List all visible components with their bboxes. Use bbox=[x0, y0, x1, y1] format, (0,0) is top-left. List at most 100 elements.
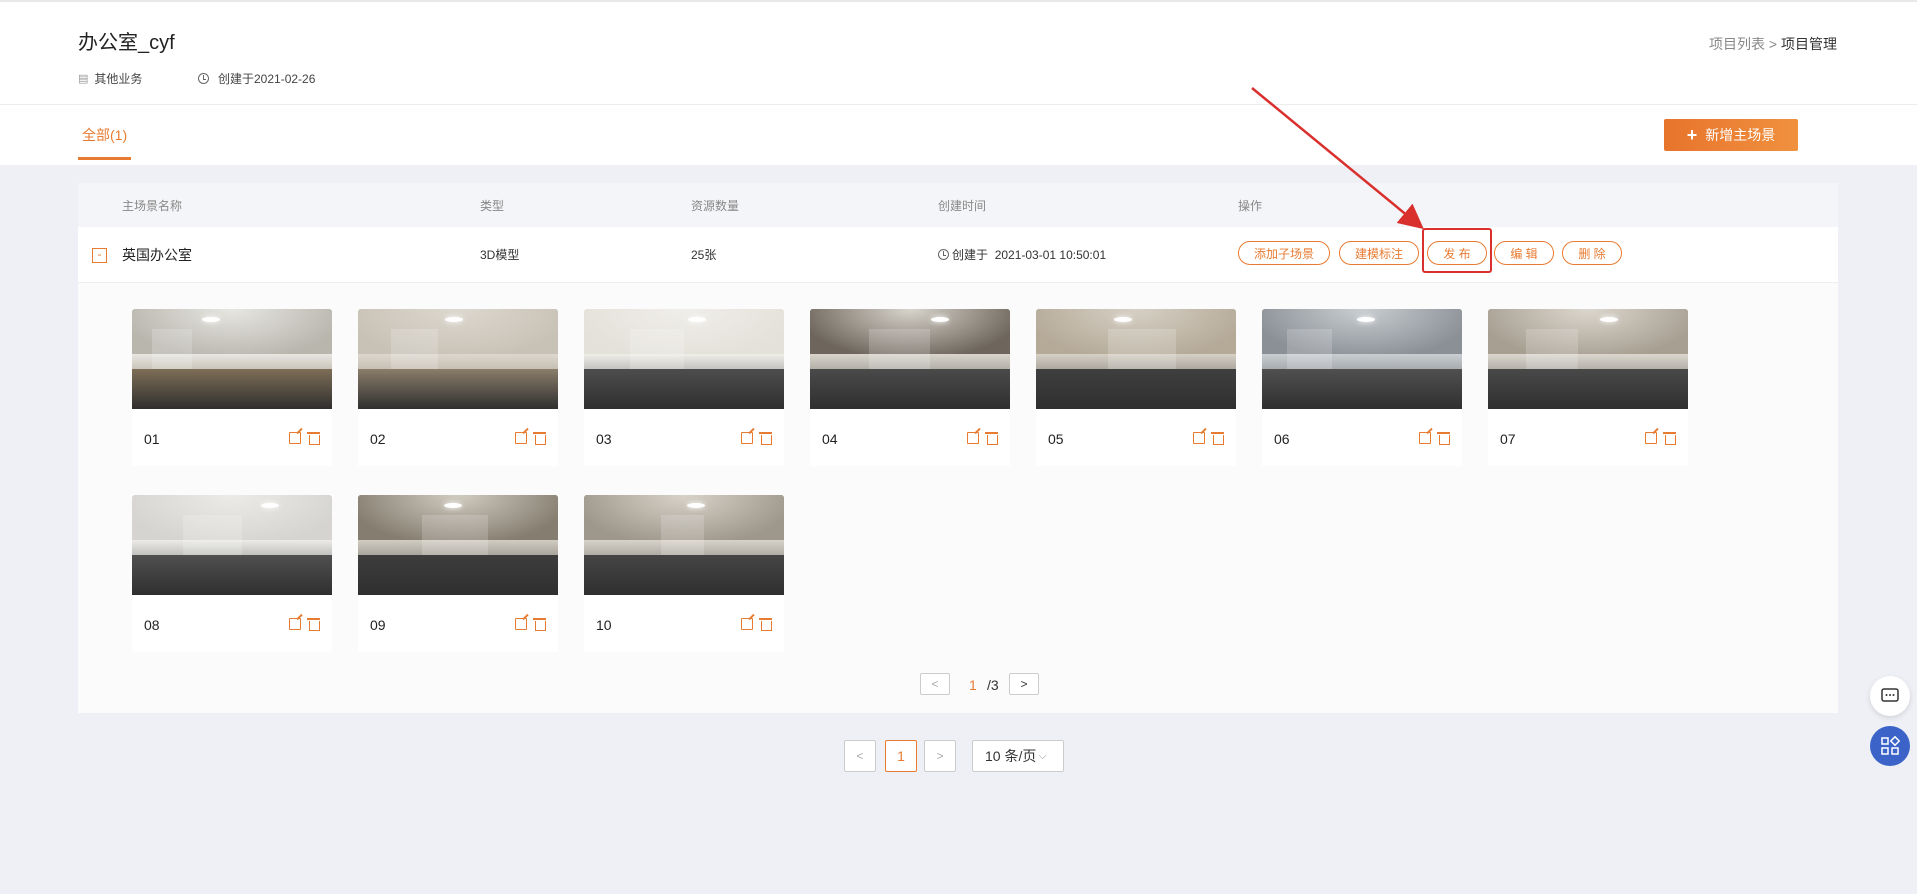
thumbnail-floor bbox=[1262, 369, 1462, 409]
trash-icon[interactable] bbox=[533, 432, 546, 445]
tab-all[interactable]: 全部(1) bbox=[78, 125, 132, 160]
inner-next-button[interactable]: > bbox=[1009, 673, 1039, 695]
page-size-label: 10 条/页 bbox=[985, 748, 1037, 764]
edit-icon[interactable] bbox=[515, 618, 527, 630]
thumbnail-light bbox=[261, 503, 279, 508]
table-header: 主场景名称 类型 资源数量 创建时间 操作 bbox=[78, 183, 1838, 227]
chat-float-button[interactable] bbox=[1870, 676, 1910, 716]
inner-page-current: 1 bbox=[969, 677, 977, 693]
table-row: - 英国办公室 3D模型 25张 创建于 2021-03-01 10:50:01… bbox=[78, 227, 1838, 283]
collapse-toggle[interactable]: - bbox=[92, 248, 107, 263]
edit-icon[interactable] bbox=[1193, 432, 1205, 444]
scene-card-label: 02 bbox=[370, 431, 386, 447]
edit-icon[interactable] bbox=[289, 618, 301, 630]
scene-thumbnail[interactable] bbox=[358, 495, 558, 595]
scene-thumbnail[interactable] bbox=[132, 309, 332, 409]
scene-thumbnail[interactable] bbox=[1036, 309, 1236, 409]
edit-icon[interactable] bbox=[741, 432, 753, 444]
trash-icon[interactable] bbox=[759, 432, 772, 445]
scene-thumbnail[interactable] bbox=[358, 309, 558, 409]
edit-icon[interactable] bbox=[515, 432, 527, 444]
thumbnail-ceiling bbox=[1488, 309, 1688, 354]
trash-icon[interactable] bbox=[1663, 432, 1676, 445]
scene-card[interactable]: 06 bbox=[1262, 309, 1462, 466]
scene-card[interactable]: 01 bbox=[132, 309, 332, 466]
plus-icon: + bbox=[1686, 125, 1698, 145]
scene-created: 创建于 2021-03-01 10:50:01 bbox=[938, 246, 1106, 263]
category-icon: ▤ bbox=[78, 73, 89, 85]
thumbnail-light bbox=[202, 317, 220, 322]
scene-card[interactable]: 10 bbox=[584, 495, 784, 652]
thumbnail-floor bbox=[1036, 369, 1236, 409]
trash-icon[interactable] bbox=[985, 432, 998, 445]
trash-icon[interactable] bbox=[1437, 432, 1450, 445]
edit-icon[interactable] bbox=[967, 432, 979, 444]
thumbnail-light bbox=[931, 317, 949, 322]
scene-card[interactable]: 05 bbox=[1036, 309, 1236, 466]
scene-type: 3D模型 bbox=[480, 248, 520, 262]
thumbnail-light bbox=[1114, 317, 1132, 322]
column-header-count: 资源数量 bbox=[691, 199, 740, 213]
scene-thumbnail[interactable] bbox=[132, 495, 332, 595]
thumbnail-floor bbox=[584, 369, 784, 409]
scene-card[interactable]: 04 bbox=[810, 309, 1010, 466]
scene-card-label: 04 bbox=[822, 431, 838, 447]
page-current[interactable]: 1 bbox=[885, 740, 917, 772]
model-annotation-button[interactable]: 建模标注 bbox=[1339, 241, 1419, 265]
scene-thumbnail[interactable] bbox=[584, 495, 784, 595]
apps-grid-icon bbox=[1881, 736, 1900, 755]
scene-thumbnail[interactable] bbox=[584, 309, 784, 409]
tab-bar: 全部(1) + 新增主场景 bbox=[0, 105, 1917, 165]
trash-icon[interactable] bbox=[307, 432, 320, 445]
thumbnail-light bbox=[445, 317, 463, 322]
trash-icon[interactable] bbox=[307, 618, 320, 631]
scene-name: 英国办公室 bbox=[122, 247, 192, 263]
scene-table: 主场景名称 类型 资源数量 创建时间 操作 - 英国办公室 3D模型 25张 创… bbox=[78, 183, 1838, 713]
thumbnail-floor bbox=[584, 555, 784, 595]
breadcrumb-project-list[interactable]: 项目列表 bbox=[1709, 36, 1765, 52]
scene-count: 25张 bbox=[691, 248, 717, 262]
scene-card-label: 01 bbox=[144, 431, 160, 447]
publish-highlight-box bbox=[1422, 228, 1492, 273]
trash-icon[interactable] bbox=[533, 618, 546, 631]
inner-prev-button[interactable]: < bbox=[920, 673, 950, 695]
edit-icon[interactable] bbox=[741, 618, 753, 630]
thumbnail-ceiling bbox=[584, 309, 784, 354]
category-label: 其他业务 bbox=[94, 72, 143, 86]
scene-thumbnail[interactable] bbox=[1262, 309, 1462, 409]
scene-card-label: 06 bbox=[1274, 431, 1290, 447]
edit-icon[interactable] bbox=[1419, 432, 1431, 444]
scene-card[interactable]: 09 bbox=[358, 495, 558, 652]
scene-card[interactable]: 08 bbox=[132, 495, 332, 652]
project-created: 创建于2021-02-26 bbox=[198, 70, 315, 87]
delete-button[interactable]: 删 除 bbox=[1562, 241, 1622, 265]
add-main-scene-button[interactable]: + 新增主场景 bbox=[1664, 119, 1798, 151]
edit-button[interactable]: 编 辑 bbox=[1494, 241, 1554, 265]
scene-thumbnail[interactable] bbox=[1488, 309, 1688, 409]
add-sub-scene-button[interactable]: 添加子场景 bbox=[1238, 241, 1330, 265]
scene-card-label: 10 bbox=[596, 617, 612, 633]
trash-icon[interactable] bbox=[759, 618, 772, 631]
clock-icon bbox=[198, 73, 209, 84]
edit-icon[interactable] bbox=[289, 432, 301, 444]
column-header-actions: 操作 bbox=[1238, 199, 1263, 213]
scene-card[interactable]: 03 bbox=[584, 309, 784, 466]
breadcrumb-separator: > bbox=[1768, 36, 1778, 52]
trash-icon[interactable] bbox=[1211, 432, 1224, 445]
scene-card-label: 05 bbox=[1048, 431, 1064, 447]
scene-card[interactable]: 07 bbox=[1488, 309, 1688, 466]
breadcrumb-current: 项目管理 bbox=[1781, 36, 1837, 52]
page-size-select[interactable]: 10 条/页 ⌵ bbox=[972, 740, 1064, 772]
scene-card-label: 03 bbox=[596, 431, 612, 447]
project-title: 办公室_cyf bbox=[78, 32, 175, 54]
scene-card[interactable]: 02 bbox=[358, 309, 558, 466]
apps-float-button[interactable] bbox=[1870, 726, 1910, 766]
scene-thumbnail[interactable] bbox=[810, 309, 1010, 409]
edit-icon[interactable] bbox=[1645, 432, 1657, 444]
thumbnail-light bbox=[1600, 317, 1618, 322]
project-category: ▤ 其他业务 bbox=[78, 70, 142, 87]
scene-card-label: 09 bbox=[370, 617, 386, 633]
thumbnail-light bbox=[444, 503, 462, 508]
page-prev-button[interactable]: < bbox=[844, 740, 876, 772]
page-next-button[interactable]: > bbox=[924, 740, 956, 772]
